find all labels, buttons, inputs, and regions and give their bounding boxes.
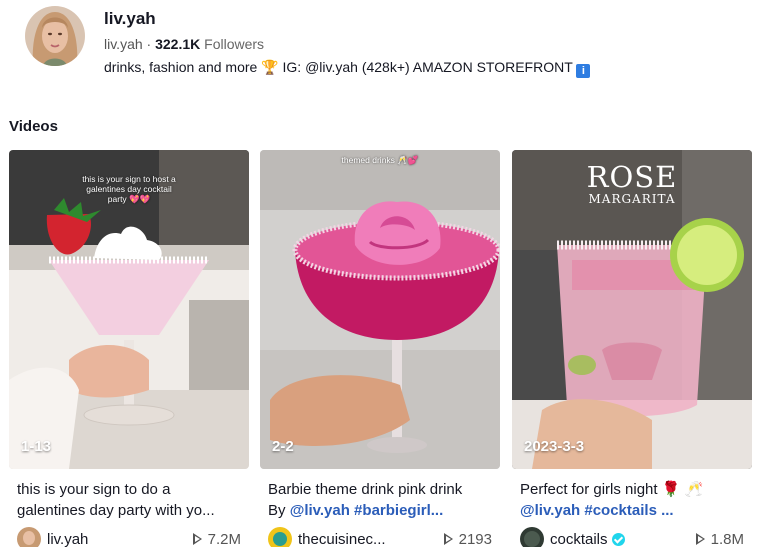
author-avatar[interactable] [520,527,544,547]
video-thumbnail[interactable]: this is your sign to host a galentines d… [9,150,249,469]
overlay-title-sub: MARGARITA [588,192,676,206]
profile-bio: drinks, fashion and more 🏆 IG: @liv.yah … [104,57,591,78]
play-count: 7.2M [192,530,241,547]
play-count: 2193 [443,530,492,547]
play-icon [443,533,453,545]
video-caption[interactable]: Barbie theme drink pink drink By @liv.ya… [260,479,500,521]
video-overlay-text: themed drinks 🥂💕 [341,155,419,165]
video-meta: cocktails 1.8M [512,526,752,547]
play-count-value: 7.2M [207,530,241,547]
caption-line: galentines day party with yo... [17,502,215,519]
video-meta: liv.yah 7.2M [9,526,249,547]
caption-line: Perfect for girls night 🌹 🥂 [520,481,704,498]
author-name[interactable]: liv.yah [47,531,88,547]
play-icon [192,533,202,545]
caption-line: Barbie theme drink pink drink [268,481,463,498]
video-date-tag: 1-13 [21,438,52,455]
video-date-tag: 2023-3-3 [524,438,585,455]
play-icon [695,533,705,545]
video-overlay-text: this is your sign to host a galentines d… [82,174,176,204]
author-name[interactable]: thecuisinec... [298,531,386,547]
video-meta: thecuisinec... 2193 [260,526,500,547]
profile-handle: liv.yah [104,36,143,52]
play-count-value: 2193 [458,530,492,547]
caption-hashtags[interactable]: @liv.yah #cocktails ... [520,500,744,521]
caption-by: By [268,502,286,519]
separator-dot: · [146,36,152,52]
video-overlay-title: ROSE MARGARITA [512,162,752,206]
bio-text: drinks, fashion and more 🏆 IG: @liv.yah … [104,59,573,75]
author-avatar[interactable] [17,527,41,547]
caption-line-2: By @liv.yah #barbiegirl... [268,500,492,521]
video-thumbnail[interactable]: ROSE MARGARITA 2023-3-3 [512,150,752,469]
profile-stats: liv.yah · 322.1K Followers [104,34,590,54]
author-name[interactable]: cocktails [550,531,608,547]
profile-name: liv.yah [104,9,156,28]
video-date-tag: 2-2 [272,438,294,455]
author-avatar[interactable] [268,527,292,547]
video-caption[interactable]: this is your sign to do a galentines day… [9,479,249,521]
profile-avatar[interactable] [25,6,85,66]
videos-heading: Videos [9,118,58,135]
profile-header: liv.yah liv.yah · 322.1K Followers drink… [25,6,591,78]
overlay-title-main: ROSE [586,160,678,194]
followers-label: Followers [204,36,265,52]
play-count: 1.8M [695,530,744,547]
info-badge-icon: i [576,64,591,78]
play-count-value: 1.8M [710,530,744,547]
video-caption[interactable]: Perfect for girls night 🌹 🥂 @liv.yah #co… [512,479,752,521]
video-thumbnail[interactable]: themed drinks 🥂💕 2-2 [260,150,500,469]
caption-line: this is your sign to do a [17,481,171,498]
video-card[interactable]: this is your sign to host a galentines d… [9,150,249,547]
video-card[interactable]: themed drinks 🥂💕 2-2 Barbie theme drink … [260,150,500,547]
verified-icon [611,532,625,546]
video-card[interactable]: ROSE MARGARITA 2023-3-3 Perfect for girl… [512,150,752,547]
caption-hashtags[interactable]: @liv.yah #barbiegirl... [290,502,444,519]
followers-count[interactable]: 322.1K [155,36,200,52]
